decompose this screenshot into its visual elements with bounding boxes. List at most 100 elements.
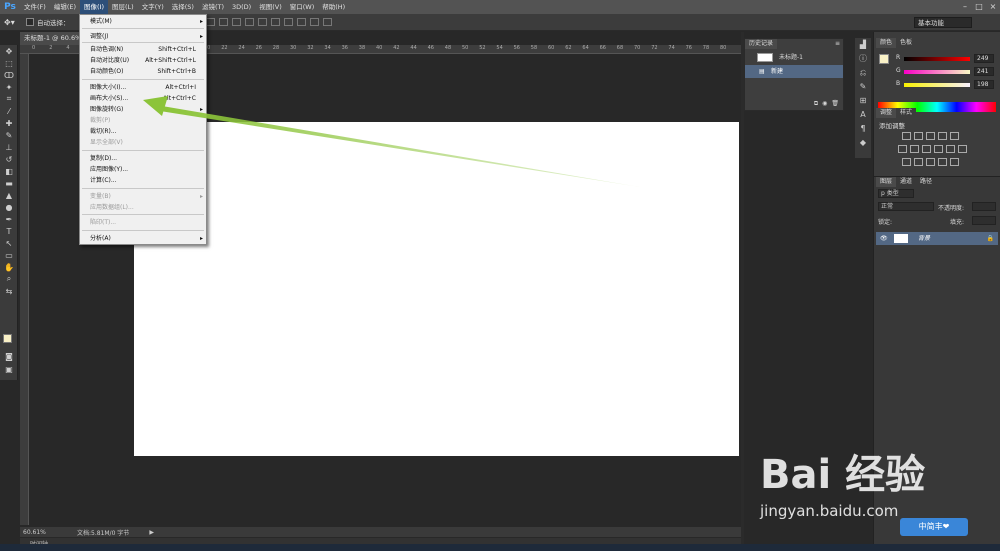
blur-tool-icon[interactable]: ▲ bbox=[0, 189, 18, 201]
document-canvas[interactable] bbox=[134, 122, 739, 456]
styles-tab[interactable]: 样式 bbox=[896, 108, 917, 118]
vibrance-icon[interactable] bbox=[950, 132, 959, 140]
align-icon[interactable] bbox=[309, 18, 319, 26]
blue-value[interactable]: 198 bbox=[974, 80, 994, 89]
image-menu-item[interactable]: 模式(M) ▸ bbox=[80, 17, 206, 27]
menu-item[interactable]: 文件(F) bbox=[20, 0, 50, 14]
foreground-color-swatch[interactable] bbox=[3, 334, 12, 343]
gradient-map-icon[interactable] bbox=[938, 158, 947, 166]
image-menu-item[interactable]: 调整(J) ▸ bbox=[80, 32, 206, 42]
menu-item[interactable]: 滤镜(T) bbox=[198, 0, 228, 14]
menu-item[interactable]: 图层(L) bbox=[108, 0, 138, 14]
channels-tab[interactable]: 通道 bbox=[896, 177, 917, 187]
brush-presets-icon[interactable]: ✎ bbox=[855, 80, 871, 94]
curves-icon[interactable] bbox=[926, 132, 935, 140]
layer-filter-kind[interactable]: p 类型 bbox=[878, 189, 914, 198]
pen-tool-icon[interactable]: ✒ bbox=[0, 213, 18, 225]
align-icon[interactable] bbox=[218, 18, 228, 26]
black-white-icon[interactable] bbox=[922, 145, 931, 153]
image-menu-item[interactable]: 画布大小(S)... Alt+Ctrl+C bbox=[80, 94, 206, 104]
healing-brush-icon[interactable]: ✚ bbox=[0, 117, 18, 129]
red-value[interactable]: 249 bbox=[974, 54, 994, 63]
minimize-icon[interactable]: – bbox=[958, 0, 972, 14]
posterize-icon[interactable] bbox=[914, 158, 923, 166]
image-menu-item[interactable]: 裁切(R)... bbox=[80, 127, 206, 137]
align-icon[interactable] bbox=[296, 18, 306, 26]
channel-mixer-icon[interactable] bbox=[946, 145, 955, 153]
green-track[interactable] bbox=[904, 70, 970, 74]
tool-presets-icon[interactable]: ◆ bbox=[855, 136, 871, 150]
align-icon[interactable] bbox=[283, 18, 293, 26]
foreground-color-chip[interactable] bbox=[879, 54, 889, 64]
workspace-select[interactable]: 基本功能 bbox=[914, 17, 972, 28]
swap-colors-icon[interactable]: ⇆ bbox=[0, 285, 18, 297]
layer-row-background[interactable]: 👁 背景 🔒 bbox=[876, 232, 998, 245]
panel-menu-icon[interactable]: ≡ bbox=[835, 40, 840, 47]
layers-tab[interactable]: 图层 bbox=[876, 177, 897, 187]
quick-mask-icon[interactable]: ◙ bbox=[0, 350, 18, 362]
blue-track[interactable] bbox=[904, 83, 970, 87]
red-slider[interactable]: R 249 bbox=[896, 54, 996, 65]
invert-icon[interactable] bbox=[902, 158, 911, 166]
red-track[interactable] bbox=[904, 57, 970, 61]
clone-source-icon[interactable]: ⊞ bbox=[855, 94, 871, 108]
move-tool-icon[interactable]: ✥▾ bbox=[4, 18, 26, 27]
maximize-icon[interactable]: □ bbox=[972, 0, 986, 14]
align-icon[interactable] bbox=[231, 18, 241, 26]
threshold-icon[interactable] bbox=[926, 158, 935, 166]
menu-item[interactable]: 选择(S) bbox=[168, 0, 198, 14]
clone-stamp-icon[interactable]: ⊥ bbox=[0, 141, 18, 153]
eraser-icon[interactable]: ◧ bbox=[0, 165, 18, 177]
menu-item[interactable]: 3D(D) bbox=[228, 0, 255, 14]
image-menu-item[interactable]: 图像大小(I)... Alt+Ctrl+I bbox=[80, 83, 206, 93]
blend-mode-select[interactable]: 正常 bbox=[878, 202, 934, 211]
crop-tool-icon[interactable]: ⌗ bbox=[0, 93, 18, 105]
auto-select-checkbox[interactable] bbox=[26, 18, 34, 26]
color-tab[interactable]: 颜色 bbox=[876, 38, 897, 48]
close-icon[interactable]: × bbox=[986, 0, 1000, 14]
histogram-icon[interactable]: ▟ bbox=[855, 38, 871, 52]
selective-color-icon[interactable] bbox=[950, 158, 959, 166]
eye-icon[interactable]: 👁 bbox=[880, 232, 888, 245]
fill-field[interactable] bbox=[972, 216, 996, 225]
brush-tool-icon[interactable]: ✎ bbox=[0, 129, 18, 141]
image-menu-item[interactable]: 复制(D)... bbox=[80, 154, 206, 164]
adjustments-tab[interactable]: 调整 bbox=[876, 108, 897, 118]
lasso-tool-icon[interactable]: ↀ bbox=[0, 69, 18, 81]
exposure-icon[interactable] bbox=[938, 132, 947, 140]
align-icon[interactable] bbox=[257, 18, 267, 26]
new-document-from-state-icon[interactable]: ⧉ bbox=[814, 100, 818, 108]
paragraph-icon[interactable]: ¶ bbox=[855, 122, 871, 136]
history-snapshot[interactable]: 未标题-1 bbox=[745, 51, 843, 64]
trash-icon[interactable]: 🗑 bbox=[831, 100, 839, 108]
hue-saturation-icon[interactable] bbox=[898, 145, 907, 153]
image-menu-item[interactable]: 自动对比度(U) Alt+Shift+Ctrl+L bbox=[80, 56, 206, 66]
menu-item[interactable]: 图像(I) bbox=[80, 0, 108, 14]
zoom-tool-icon[interactable]: ⌕ bbox=[0, 273, 18, 285]
character-icon[interactable]: A bbox=[855, 108, 871, 122]
dodge-tool-icon[interactable]: ● bbox=[0, 201, 18, 213]
menu-item[interactable]: 帮助(H) bbox=[318, 0, 349, 14]
image-menu-item[interactable]: 应用图像(Y)... bbox=[80, 165, 206, 175]
history-state[interactable]: ▤ 新建 bbox=[745, 65, 843, 78]
marquee-tool-icon[interactable]: ⬚ bbox=[0, 57, 18, 69]
image-menu-item[interactable]: 图像旋转(G) ▸ bbox=[80, 105, 206, 115]
blue-slider[interactable]: B 198 bbox=[896, 80, 996, 91]
align-icon[interactable] bbox=[270, 18, 280, 26]
brightness-icon[interactable] bbox=[902, 132, 911, 140]
info-icon[interactable]: ⓘ bbox=[855, 52, 871, 66]
green-value[interactable]: 241 bbox=[974, 67, 994, 76]
history-brush-icon[interactable]: ↺ bbox=[0, 153, 18, 165]
type-tool-icon[interactable]: T bbox=[0, 225, 18, 237]
align-icon[interactable] bbox=[244, 18, 254, 26]
menu-item[interactable]: 视图(V) bbox=[255, 0, 286, 14]
shape-tool-icon[interactable]: ▭ bbox=[0, 249, 18, 261]
image-menu-item[interactable]: 计算(C)... bbox=[80, 176, 206, 186]
green-slider[interactable]: G 241 bbox=[896, 67, 996, 78]
move-tool-icon[interactable]: ✥ bbox=[0, 45, 18, 57]
camera-icon[interactable]: ◉ bbox=[822, 100, 827, 108]
history-icon[interactable]: ⎌ bbox=[855, 66, 871, 80]
zoom-level[interactable]: 60.61% bbox=[23, 529, 51, 536]
levels-icon[interactable] bbox=[914, 132, 923, 140]
magic-wand-icon[interactable]: ✦ bbox=[0, 81, 18, 93]
